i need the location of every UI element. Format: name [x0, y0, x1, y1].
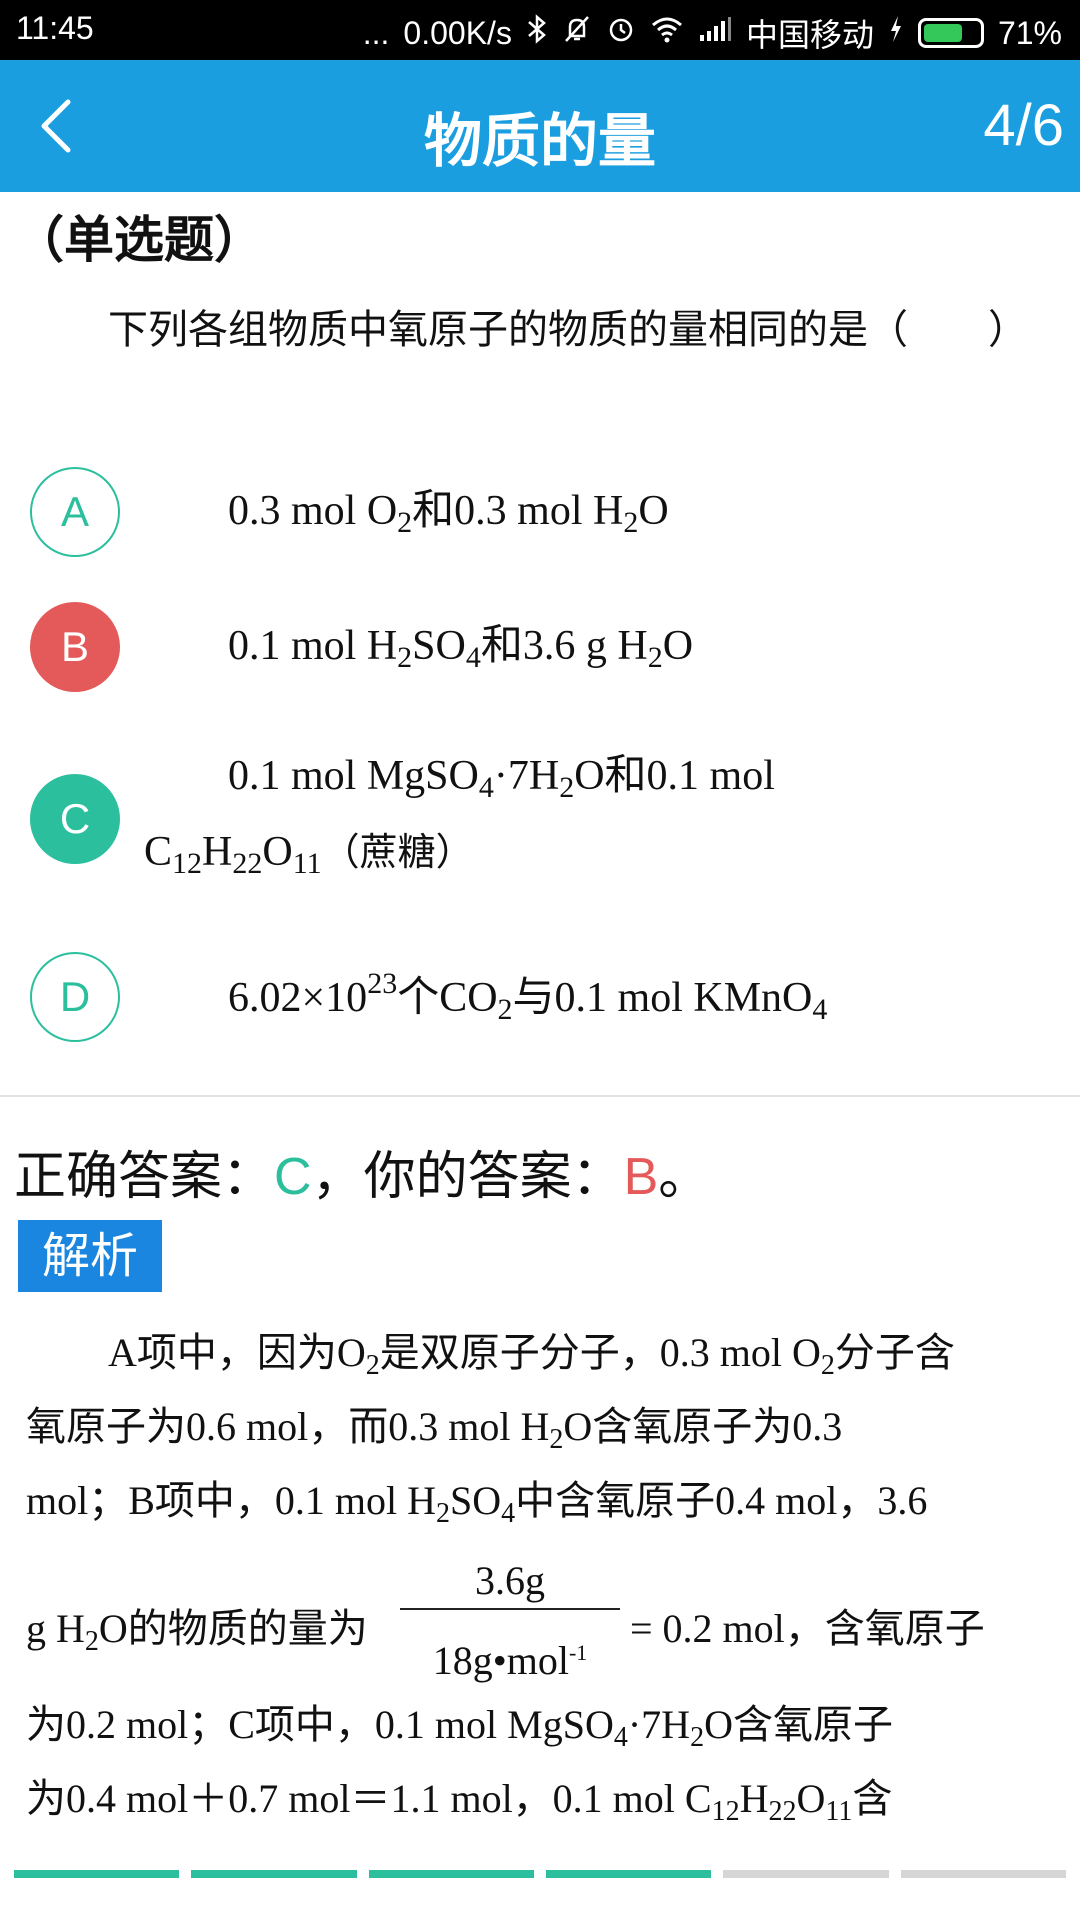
progress-segment — [368, 1870, 534, 1878]
fraction-bar — [400, 1608, 620, 1610]
option-a-text[interactable]: 0.3 mol O2和0.3 mol H2O — [144, 473, 1044, 549]
battery-percent: 71% — [997, 14, 1062, 51]
progress-segment — [900, 1870, 1066, 1878]
question-type: （单选题） — [14, 211, 264, 269]
mute-icon — [562, 14, 592, 53]
status-bar: 11:45 ... 0.00K/s 中国移动 71% — [0, 0, 1080, 60]
progress-segment — [545, 1870, 712, 1878]
battery-icon — [917, 18, 984, 48]
net-speed: 0.00K/s — [403, 14, 512, 51]
your-answer-label: ，你的答案： — [311, 1147, 624, 1207]
your-answer-value: B — [623, 1148, 659, 1206]
analysis-line: A项中，因为O2是双原子分子，0.3 mol O2分子含 — [108, 1330, 955, 1381]
option-d[interactable]: D 6.02×1023个CO2与0.1 mol KMnO4 — [30, 952, 1060, 1042]
fraction-numerator: 3.6g — [475, 1558, 545, 1603]
analysis-line: 氧原子为0.6 mol，而0.3 mol H2O含氧原子为0.3 — [26, 1404, 843, 1455]
fraction-denominator: 18g•mol-1 — [432, 1638, 588, 1683]
progress-segment — [191, 1870, 357, 1878]
divider — [0, 1095, 1080, 1097]
bluetooth-icon — [526, 13, 548, 53]
carrier-name: 中国移动 — [745, 17, 874, 53]
option-c[interactable]: C 0.1 mol MgSO4·7H2O和0.1 mol C12H22O11（蔗… — [30, 738, 1060, 898]
option-b-letter[interactable]: B — [30, 602, 120, 692]
option-d-text[interactable]: 6.02×1023个CO2与0.1 mol KMnO4 — [144, 960, 1044, 1036]
option-a-letter[interactable]: A — [30, 467, 120, 557]
analysis-line-fraction: g H2O的物质的量为 3.6g 18g•mol-1 = 0.2 mol，含氧原… — [26, 1538, 1056, 1688]
question-progress — [14, 1870, 1066, 1878]
answer-result: 正确答案：C，你的答案：B。 — [14, 1147, 711, 1207]
correct-answer-label: 正确答案： — [14, 1147, 275, 1207]
analysis-label: 解析 — [18, 1220, 162, 1292]
question-stem: 下列各组物质中氧原子的物质的量相同的是（ ） — [108, 307, 1028, 353]
page-title: 物质的量 — [423, 107, 656, 175]
app-bar: 物质的量 4/6 — [0, 60, 1080, 192]
analysis-line: 为0.2 mol；C项中，0.1 mol MgSO4·7H2O含氧原子 — [26, 1702, 893, 1753]
status-time: 11:45 — [16, 10, 94, 46]
option-d-letter[interactable]: D — [30, 952, 120, 1042]
analysis-line: 为0.4 mol＋0.7 mol＝1.1 mol，0.1 mol C12H22O… — [26, 1776, 893, 1827]
charging-icon — [888, 14, 904, 53]
option-b[interactable]: B 0.1 mol H2SO4和3.6 g H2O — [30, 602, 1060, 692]
option-c-letter[interactable]: C — [30, 774, 120, 864]
analysis-line: mol；B项中，0.1 mol H2SO4中含氧原子0.4 mol，3.6 — [26, 1478, 928, 1529]
option-a[interactable]: A 0.3 mol O2和0.3 mol H2O — [30, 467, 1060, 557]
molar-fraction: 3.6g 18g•mol-1 — [400, 1538, 620, 1688]
wifi-icon — [650, 15, 684, 52]
option-b-text[interactable]: 0.1 mol H2SO4和3.6 g H2O — [144, 608, 1044, 684]
option-c-text[interactable]: 0.1 mol MgSO4·7H2O和0.1 mol C12H22O11（蔗糖） — [144, 738, 904, 890]
correct-answer-value: C — [274, 1148, 312, 1206]
question-counter: 4/6 — [983, 93, 1064, 158]
alarm-icon — [606, 14, 636, 53]
analysis-text: A项中，因为O2是双原子分子，0.3 mol O2分子含 氧原子为0.6 mol… — [26, 1316, 1056, 1836]
battery-fill — [923, 24, 963, 42]
progress-segment — [723, 1870, 889, 1878]
progress-segment — [14, 1870, 180, 1878]
status-dots: ... — [362, 14, 390, 51]
signal-icon — [698, 15, 732, 52]
status-right: ... 0.00K/s 中国移动 71% — [363, 10, 1062, 56]
